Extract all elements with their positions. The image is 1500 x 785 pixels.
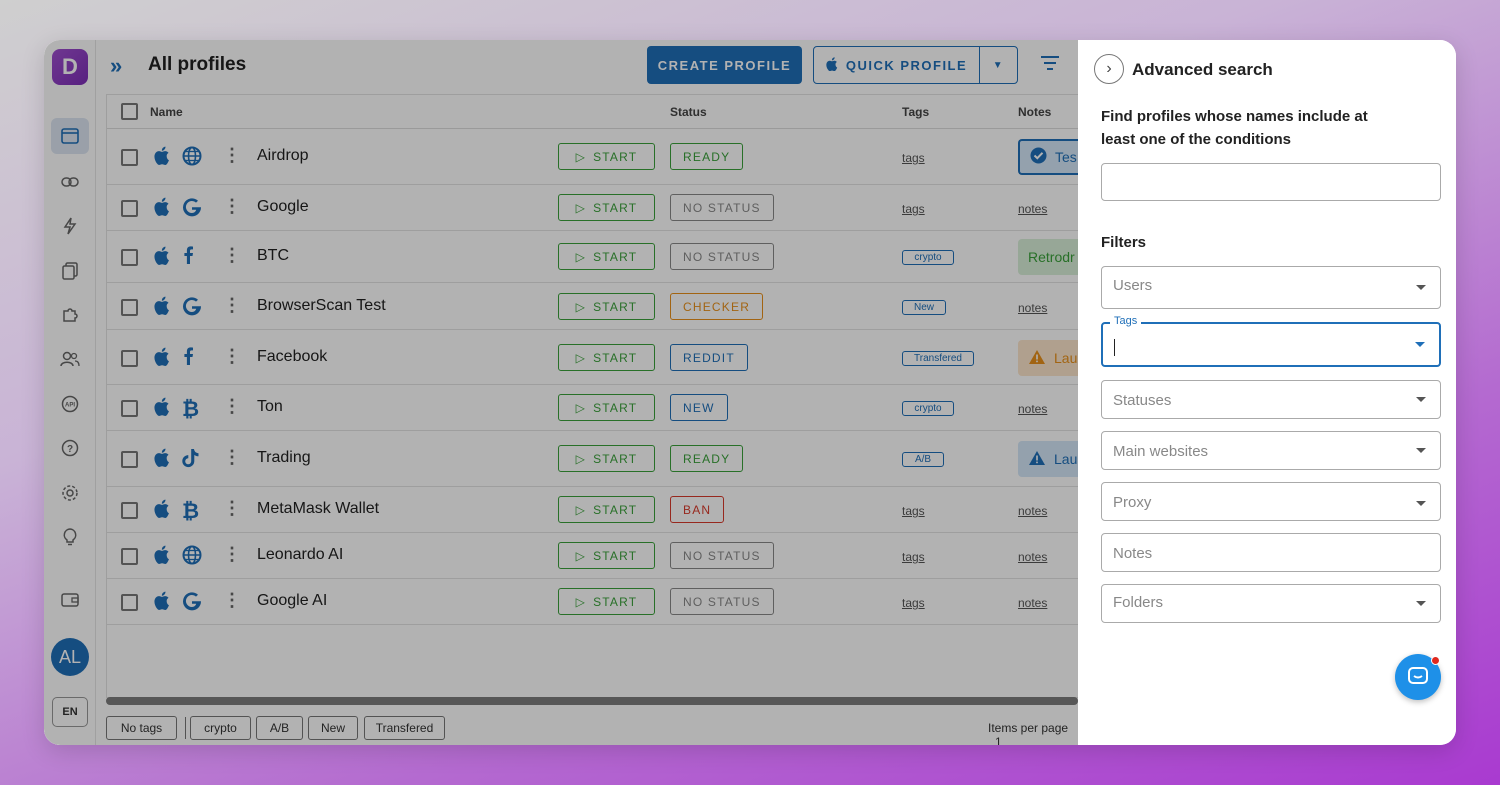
close-panel-button[interactable]: › — [1094, 54, 1124, 84]
chevron-right-icon: › — [1106, 60, 1112, 77]
app-window: D API ? AL EN » All profiles CREATE PROF… — [44, 40, 1456, 745]
advanced-search-panel: › Advanced search Find profiles whose na… — [1078, 40, 1456, 745]
dropdown-arrow-icon — [1416, 448, 1426, 453]
filters-heading: Filters — [1101, 234, 1147, 251]
chat-icon — [1408, 667, 1428, 684]
notes-placeholder: Notes — [1113, 545, 1153, 562]
modal-overlay[interactable] — [44, 40, 1078, 745]
users-select[interactable]: Users — [1101, 266, 1441, 309]
notification-dot — [1431, 656, 1440, 665]
dropdown-arrow-icon — [1416, 397, 1426, 402]
main-websites-select[interactable]: Main websites — [1101, 431, 1441, 470]
profiles-app: D API ? AL EN » All profiles CREATE PROF… — [44, 40, 1088, 745]
dropdown-arrow-icon — [1416, 601, 1426, 606]
statuses-select[interactable]: Statuses — [1101, 380, 1441, 419]
panel-title: Advanced search — [1132, 60, 1273, 79]
dropdown-arrow-icon — [1416, 285, 1426, 290]
folders-select[interactable]: Folders — [1101, 584, 1441, 623]
dropdown-arrow-icon — [1415, 342, 1425, 347]
text-caret — [1114, 339, 1115, 356]
folders-placeholder: Folders — [1113, 594, 1164, 611]
notes-input[interactable]: Notes — [1101, 533, 1441, 572]
users-placeholder: Users — [1113, 277, 1153, 294]
proxy-placeholder: Proxy — [1113, 494, 1152, 511]
main-websites-placeholder: Main websites — [1113, 443, 1209, 460]
tags-select[interactable]: Tags — [1101, 315, 1441, 367]
statuses-placeholder: Statuses — [1113, 392, 1172, 409]
proxy-select[interactable]: Proxy — [1101, 482, 1441, 521]
support-chat-button[interactable] — [1395, 654, 1441, 700]
tags-floating-label: Tags — [1110, 315, 1142, 327]
panel-description: Find profiles whose names include at lea… — [1101, 108, 1368, 148]
dropdown-arrow-icon — [1416, 501, 1426, 506]
name-conditions-input[interactable] — [1101, 163, 1441, 201]
